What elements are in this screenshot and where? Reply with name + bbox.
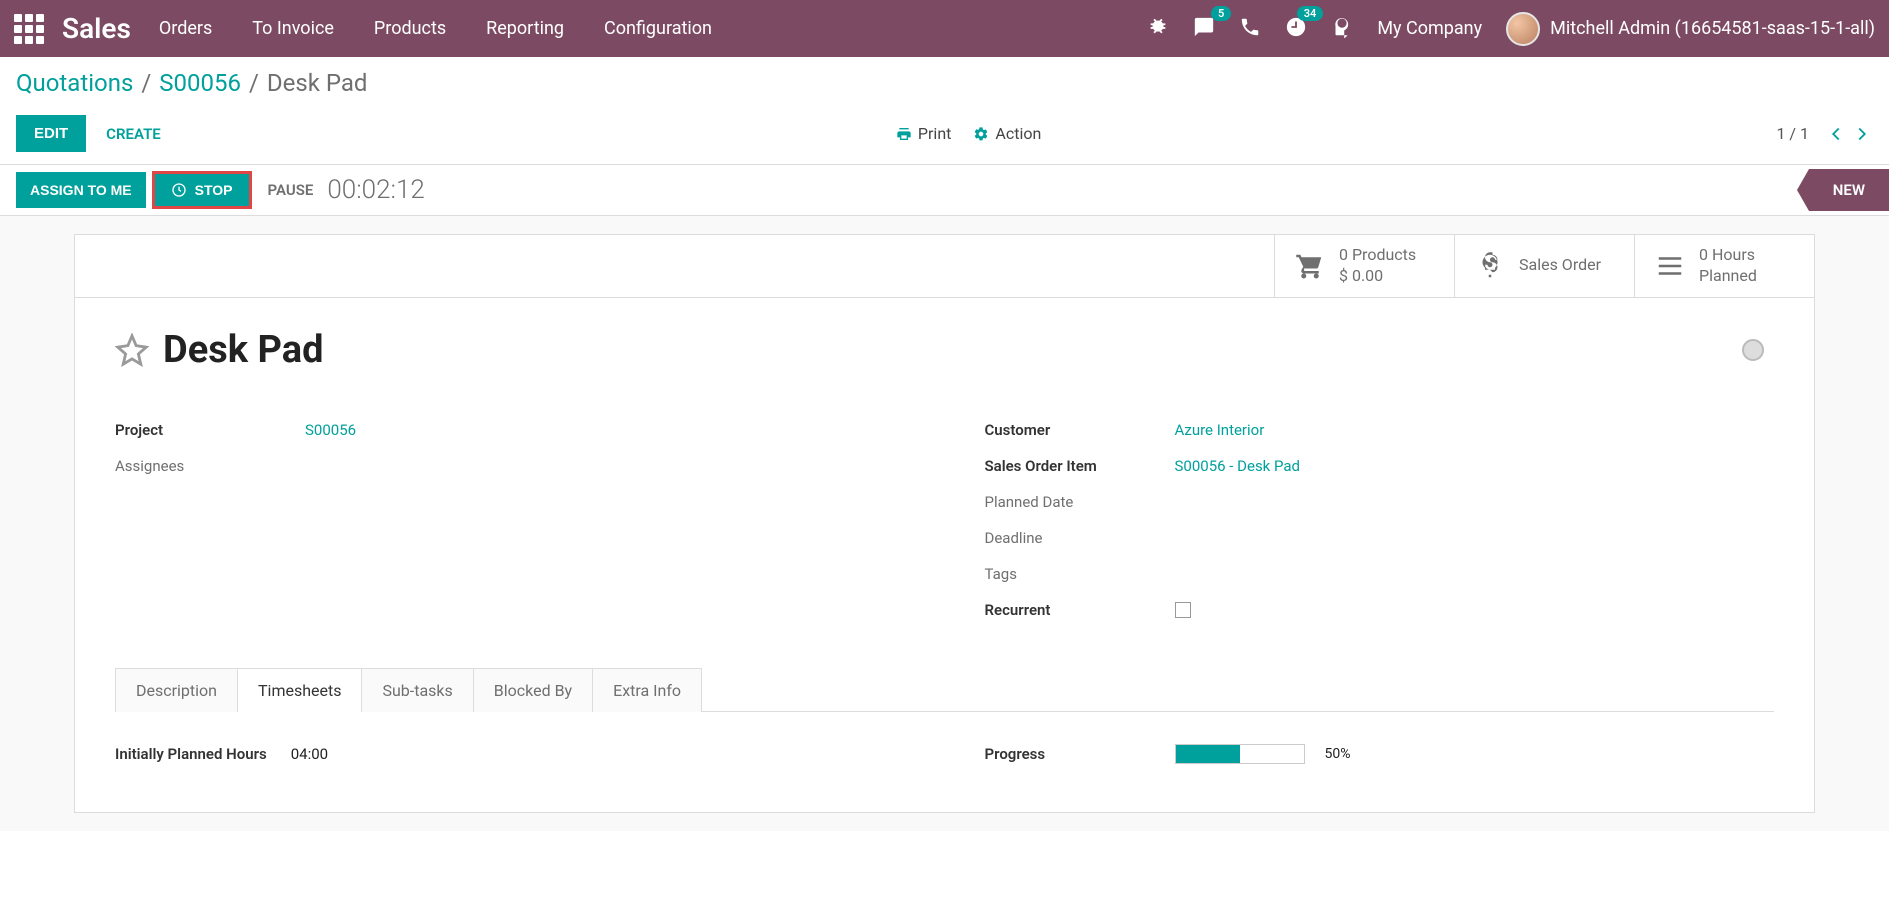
print-icon (896, 126, 912, 142)
field-label-tags: Tags (985, 565, 1175, 583)
dollar-icon (1475, 251, 1505, 281)
tab-blocked-by[interactable]: Blocked By (474, 668, 593, 712)
field-label-recurrent: Recurrent (985, 601, 1175, 619)
tasks-icon (1655, 251, 1685, 281)
nav-menu-to-invoice[interactable]: To Invoice (252, 18, 334, 39)
gear-icon (973, 126, 989, 142)
print-button[interactable]: Print (896, 124, 951, 143)
left-column: Project S00056 Assignees (115, 412, 905, 628)
apps-icon[interactable] (14, 14, 44, 44)
user-menu[interactable]: Mitchell Admin (16654581-saas-15-1-all) (1506, 12, 1875, 46)
form-background: 0 Products $ 0.00 Sales Order 0 Hours Pl… (0, 216, 1889, 831)
app-title[interactable]: Sales (62, 12, 131, 45)
progress-label: Progress (985, 745, 1175, 763)
tabs: Description Timesheets Sub-tasks Blocked… (115, 668, 1774, 712)
right-column: Customer Azure Interior Sales Order Item… (985, 412, 1775, 628)
favorite-star[interactable] (115, 333, 149, 367)
field-label-soitem: Sales Order Item (985, 457, 1175, 475)
activities-badge: 34 (1297, 6, 1324, 21)
pause-button[interactable]: PAUSE (268, 181, 314, 199)
breadcrumb-root[interactable]: Quotations (16, 69, 133, 97)
field-label-customer: Customer (985, 421, 1175, 439)
nav-menu: Orders To Invoice Products Reporting Con… (159, 18, 712, 39)
field-label-assignees: Assignees (115, 457, 305, 475)
phone-icon[interactable] (1239, 16, 1261, 42)
stat-sales-order[interactable]: Sales Order (1454, 235, 1634, 297)
tab-extra-info[interactable]: Extra Info (593, 668, 702, 712)
star-icon (115, 333, 149, 367)
status-bar: ASSIGN TO ME STOP PAUSE 00:02:12 NEW (0, 165, 1889, 216)
field-label-deadline: Deadline (985, 529, 1175, 547)
progress-percent: 50% (1325, 746, 1351, 762)
planned-hours-value: 04:00 (291, 745, 328, 763)
nav-menu-configuration[interactable]: Configuration (604, 18, 712, 39)
cart-icon (1295, 251, 1325, 281)
nav-menu-products[interactable]: Products (374, 18, 446, 39)
user-avatar (1506, 12, 1540, 46)
stat-hours[interactable]: 0 Hours Planned (1634, 235, 1814, 297)
pager-text: 1 / 1 (1776, 124, 1809, 143)
form-sheet: 0 Products $ 0.00 Sales Order 0 Hours Pl… (74, 234, 1815, 813)
stop-button-highlight: STOP (152, 171, 252, 209)
field-value-soitem[interactable]: S00056 - Desk Pad (1175, 457, 1301, 475)
main-navbar: Sales Orders To Invoice Products Reporti… (0, 0, 1889, 57)
progress-bar (1175, 744, 1305, 764)
nav-menu-reporting[interactable]: Reporting (486, 18, 564, 39)
nav-menu-orders[interactable]: Orders (159, 18, 212, 39)
clock-icon (171, 182, 187, 198)
field-label-project: Project (115, 421, 305, 439)
activities-icon[interactable]: 34 (1285, 16, 1307, 42)
stat-products[interactable]: 0 Products $ 0.00 (1274, 235, 1454, 297)
company-selector[interactable]: My Company (1377, 18, 1482, 39)
breadcrumb-parent[interactable]: S00056 (159, 69, 241, 97)
field-label-planned-date: Planned Date (985, 493, 1175, 511)
stop-button[interactable]: STOP (155, 174, 249, 206)
kanban-state-dot[interactable] (1742, 339, 1764, 361)
tab-subtasks[interactable]: Sub-tasks (362, 668, 473, 712)
control-bar: Quotations / S00056 / Desk Pad EDIT CREA… (0, 57, 1889, 165)
create-button[interactable]: CREATE (106, 125, 161, 143)
stat-row: 0 Products $ 0.00 Sales Order 0 Hours Pl… (75, 235, 1814, 298)
timer-display: 00:02:12 (327, 175, 424, 205)
action-button[interactable]: Action (973, 124, 1041, 143)
pager-prev-icon[interactable] (1825, 123, 1847, 145)
assign-to-me-button[interactable]: ASSIGN TO ME (16, 172, 146, 208)
breadcrumb: Quotations / S00056 / Desk Pad (16, 69, 1873, 97)
tools-icon[interactable] (1331, 16, 1353, 42)
messaging-icon[interactable]: 5 (1193, 16, 1215, 42)
stage-new[interactable]: NEW (1809, 169, 1889, 211)
planned-hours-label: Initially Planned Hours (115, 745, 267, 763)
edit-button[interactable]: EDIT (16, 115, 86, 152)
debug-icon[interactable] (1147, 16, 1169, 42)
recurrent-checkbox[interactable] (1175, 602, 1191, 618)
breadcrumb-current: Desk Pad (267, 69, 368, 97)
nav-right: 5 34 My Company Mitchell Admin (16654581… (1147, 12, 1875, 46)
tab-timesheets[interactable]: Timesheets (238, 668, 362, 712)
record-title: Desk Pad (163, 328, 324, 372)
user-name: Mitchell Admin (16654581-saas-15-1-all) (1550, 18, 1875, 39)
messaging-badge: 5 (1211, 6, 1231, 21)
tab-content-timesheets: Initially Planned Hours 04:00 Progress 5 (115, 712, 1774, 782)
tab-description[interactable]: Description (115, 668, 238, 712)
field-value-customer[interactable]: Azure Interior (1175, 421, 1265, 439)
pager-next-icon[interactable] (1851, 123, 1873, 145)
field-value-project[interactable]: S00056 (305, 421, 356, 439)
